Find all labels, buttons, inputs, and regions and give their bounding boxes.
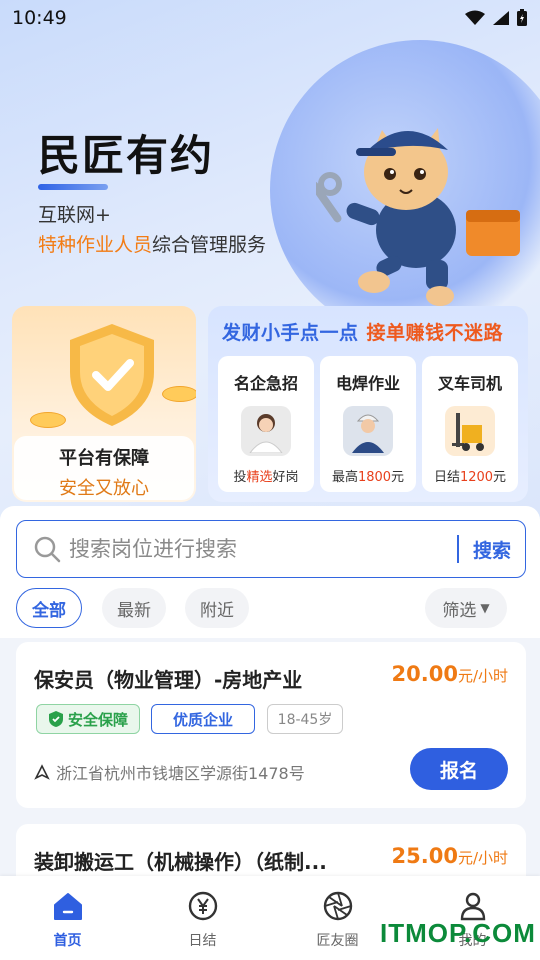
businesswoman-avatar — [241, 406, 291, 456]
filter-tab-all[interactable]: 全部 — [16, 588, 82, 628]
brand-tagline-rest: 综合管理服务 — [152, 234, 267, 256]
promo-heading-right: 接单赚钱不迷路 — [366, 322, 504, 344]
promo-item-welding[interactable]: 电焊作业 最高1800元 — [320, 356, 416, 492]
signal-icon — [493, 11, 509, 25]
job-title: 装卸搬运工（机械操作）（纸制... — [34, 850, 327, 874]
forklift-icon — [452, 413, 484, 451]
nav-daily[interactable]: 日结 — [135, 876, 270, 960]
person-icon — [249, 414, 283, 453]
search-input[interactable] — [69, 537, 457, 561]
search-panel: 搜索 全部 最新 附近 筛选▼ — [0, 506, 540, 638]
home-icon — [53, 893, 82, 920]
promo-sub-highlight: 精选 — [246, 470, 273, 485]
promo-item-sub: 最高1800元 — [320, 466, 416, 485]
apply-button[interactable]: 报名 — [410, 748, 508, 790]
shield-check-icon — [70, 324, 154, 426]
nav-daily-label: 日结 — [188, 933, 217, 949]
shield-check-icon — [48, 711, 63, 727]
forklift-image — [445, 406, 495, 456]
coin-decoration — [30, 412, 66, 428]
job-pay: 25.00元/小时 — [392, 844, 509, 868]
promo-sub-pre: 投 — [233, 470, 247, 485]
tag-quality-company: 优质企业 — [151, 704, 255, 734]
battery-icon — [517, 9, 527, 26]
status-bar: 10:49 — [0, 0, 540, 36]
brand-tagline-2: 特种作业人员综合管理服务 — [38, 230, 266, 257]
brand-tagline-highlight: 特种作业人员 — [38, 234, 153, 256]
coin-decoration — [162, 386, 196, 402]
wifi-icon — [465, 10, 485, 25]
tag-safety-label: 安全保障 — [67, 710, 128, 729]
nav-home[interactable]: 首页 — [0, 876, 135, 960]
tag-age: 18-45岁 — [267, 704, 343, 734]
job-pay-unit: 元/小时 — [457, 849, 508, 867]
promo-card: 发财小手点一点 接单赚钱不迷路 名企急招 投精选好岗 电焊作业 最高1800元 叉… — [208, 306, 528, 502]
promo-sub-post: 元 — [493, 470, 507, 485]
promo-sub-post: 元 — [391, 470, 405, 485]
job-pay: 20.00元/小时 — [392, 662, 509, 686]
guarantee-card[interactable]: 平台有保障 安全又放心 — [12, 306, 196, 502]
promo-sub-pre: 日结 — [433, 470, 460, 485]
job-address-text: 浙江省杭州市钱塘区学源街1478号 — [56, 764, 305, 783]
cat-worker-mascot — [316, 128, 520, 306]
guarantee-subtitle: 安全又放心 — [59, 478, 149, 499]
promo-item-title: 叉车司机 — [437, 374, 502, 393]
promo-item-forklift[interactable]: 叉车司机 日结1200元 — [422, 356, 518, 492]
worker-icon — [352, 414, 384, 453]
filter-dropdown-label: 筛选 — [442, 600, 477, 621]
job-address: 浙江省杭州市钱塘区学源街1478号 — [34, 760, 305, 784]
brand-title: 民匠有约 — [38, 131, 215, 180]
search-button[interactable]: 搜索 — [459, 536, 525, 563]
promo-heading-left: 发财小手点一点 — [222, 322, 359, 344]
yen-coin-icon — [188, 891, 217, 921]
welder-avatar — [343, 406, 393, 456]
job-title: 保安员（物业管理）-房地产业 — [34, 668, 303, 692]
brand-tagline-1: 互联网+ — [38, 204, 111, 226]
search-bar: 搜索 — [16, 520, 526, 578]
brand-underline — [38, 184, 108, 190]
nav-home-label: 首页 — [53, 933, 82, 949]
guarantee-title: 平台有保障 — [59, 448, 149, 469]
promo-sub-highlight: 1200 — [459, 470, 494, 485]
guarantee-plate: 平台有保障 安全又放心 — [14, 436, 194, 500]
job-pay-amount: 25.00 — [391, 844, 458, 868]
status-icons — [464, 9, 528, 27]
promo-item-title: 电焊作业 — [335, 374, 400, 393]
job-card[interactable]: 保安员（物业管理）-房地产业 20.00元/小时 安全保障 优质企业 18-45… — [16, 642, 526, 808]
filter-tab-nearby[interactable]: 附近 — [185, 588, 249, 628]
promo-item-sub: 投精选好岗 — [218, 466, 314, 485]
promo-sub-highlight: 1800 — [357, 470, 392, 485]
promo-item-famous-company[interactable]: 名企急招 投精选好岗 — [218, 356, 314, 492]
aperture-icon — [323, 891, 352, 921]
promo-item-sub: 日结1200元 — [422, 466, 518, 485]
filter-dropdown[interactable]: 筛选 ▼ — [425, 588, 507, 628]
promo-item-title: 名企急招 — [233, 374, 298, 393]
job-pay-unit: 元/小时 — [457, 667, 508, 685]
caret-down-icon: ▼ — [480, 601, 490, 615]
tag-safety: 安全保障 — [36, 704, 140, 734]
promo-heading: 发财小手点一点 接单赚钱不迷路 — [222, 318, 503, 345]
promo-sub-post: 好岗 — [272, 470, 299, 485]
job-pay-amount: 20.00 — [391, 662, 458, 686]
filter-tab-latest[interactable]: 最新 — [102, 588, 166, 628]
watermark-logo: ITMOP.COM — [380, 918, 536, 948]
promo-sub-pre: 最高 — [331, 470, 358, 485]
search-icon — [34, 536, 61, 563]
location-arrow-icon — [34, 764, 50, 780]
status-time: 10:49 — [12, 7, 67, 29]
